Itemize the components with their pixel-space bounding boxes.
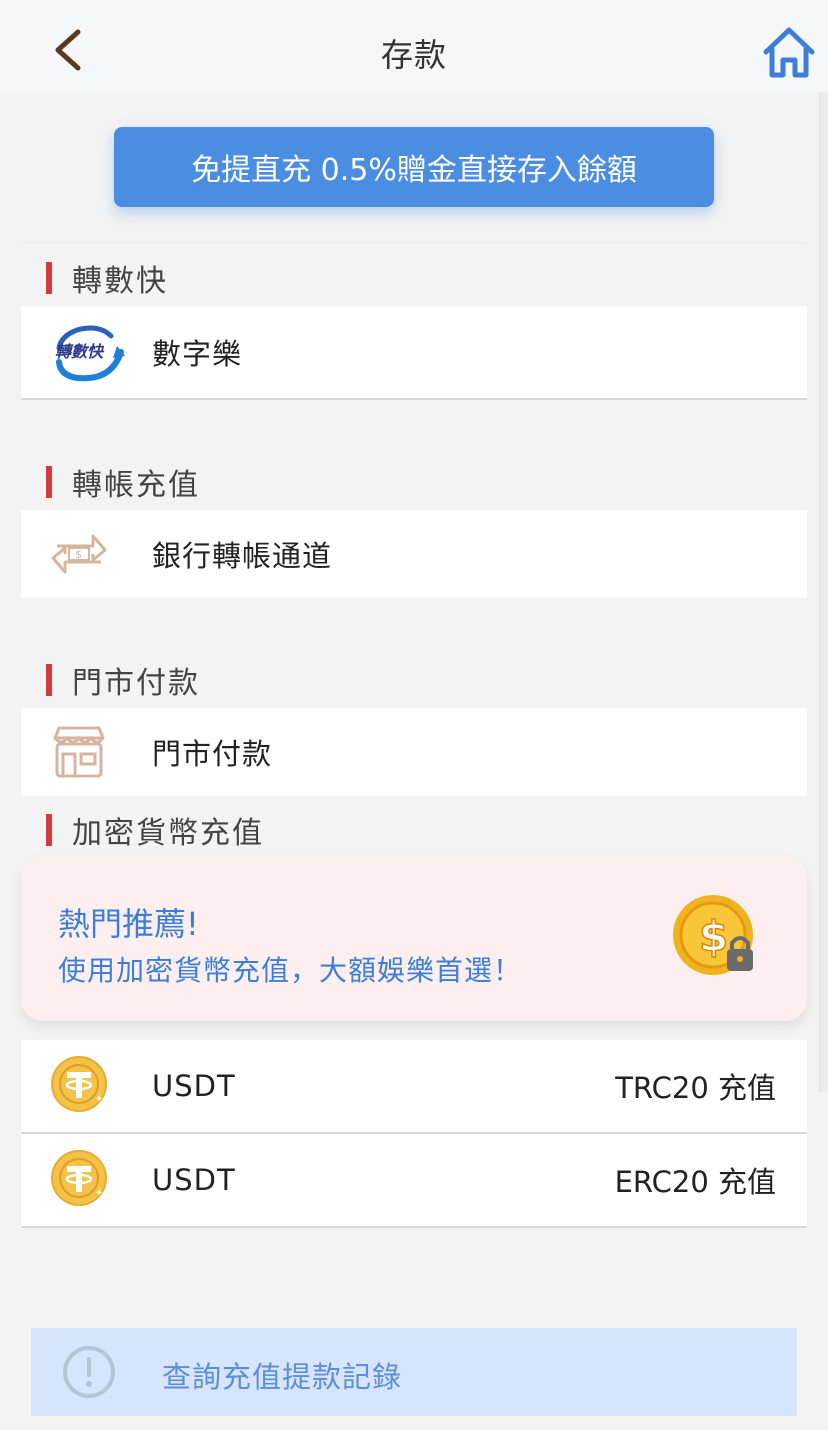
fps-logo-icon: 轉數快 [51,322,127,384]
fps-logo-text: 轉數快 [55,342,105,361]
svg-text:$: $ [75,548,82,561]
svg-text:$: $ [699,912,728,961]
bank-transfer-icon: $ [49,524,109,584]
query-records-label: 查詢充值提款記錄 [162,1360,403,1394]
section-header-fps: 轉數快 [46,258,168,299]
section-title: 轉數快 [72,264,168,299]
tether-coin-icon: ✦ [51,1150,111,1210]
payment-row-usdt-erc20[interactable]: ✦ USDT ERC20 充值 [21,1134,807,1228]
section-marker [46,814,52,846]
top-bar: 存款 [0,0,828,92]
crypto-promo-card[interactable]: 熱門推薦! 使用加密貨幣充值，大額娛樂首選！ $ [21,857,807,1021]
svg-text:✦: ✦ [95,1188,103,1199]
storefront-icon [49,722,109,782]
section-header-crypto: 加密貨幣充值 [46,810,264,851]
exclamation-circle-icon [61,1344,117,1400]
crypto-promo-subtext: 使用加密貨幣充值，大額娛樂首選！ [58,954,523,987]
svg-text:✦: ✦ [95,1094,103,1105]
home-icon [763,27,815,78]
dollar-coin-lock-icon: $ [671,893,761,983]
chain-label: ERC20 充值 [614,1165,776,1199]
page-title: 存款 [380,36,447,74]
section-header-transfer: 轉帳充值 [46,462,200,503]
section-marker [46,466,52,498]
scrollbar[interactable] [819,92,828,1092]
payment-row-usdt-trc20[interactable]: ✦ USDT TRC20 充值 [21,1040,807,1134]
payment-row-fps[interactable]: 轉數快 數字樂 [21,306,807,400]
payment-row-bank-transfer[interactable]: $ 銀行轉帳通道 [21,510,807,598]
section-header-store: 門市付款 [46,660,200,701]
section-marker [46,664,52,696]
crypto-promo-headline: 熱門推薦! [58,905,199,943]
payment-label: 門市付款 [152,737,273,771]
payment-label: USDT [152,1163,236,1197]
promo-bonus-label: 免提直充 0.5%贈金直接存入餘額 [191,153,637,188]
section-title: 加密貨幣充值 [72,816,264,851]
divider [21,242,807,243]
chain-label: TRC20 充值 [615,1071,776,1105]
payment-row-store[interactable]: 門市付款 [21,708,807,796]
payment-label: USDT [152,1069,236,1103]
section-title: 轉帳充值 [72,468,200,503]
promo-bonus-button[interactable]: 免提直充 0.5%贈金直接存入餘額 [114,127,714,207]
query-records-button[interactable]: 查詢充值提款記錄 [31,1328,797,1416]
section-title: 門市付款 [72,666,200,701]
payment-label: 數字樂 [152,337,243,371]
section-marker [46,262,52,294]
payment-label: 銀行轉帳通道 [152,539,333,573]
home-button[interactable] [760,24,818,82]
tether-coin-icon: ✦ [51,1056,111,1116]
